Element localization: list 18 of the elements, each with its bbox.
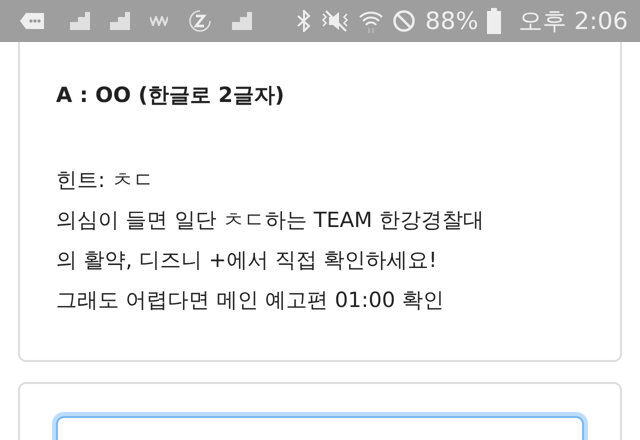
battery-percent: 88% xyxy=(425,7,478,35)
bluetooth-icon xyxy=(297,10,312,32)
hint-text: 힌트: ㅊㄷ xyxy=(56,167,155,194)
battery-icon xyxy=(487,8,502,34)
stairs-icon xyxy=(70,12,90,30)
stairs-icon xyxy=(232,12,252,30)
mute-vibrate-icon xyxy=(320,10,350,32)
hint-text: 그래도 어렵다면 메인 예고편 01:00 확인 xyxy=(56,287,445,314)
hint-text: 의 활약, 디즈니 +에서 직접 확인하세요! xyxy=(56,247,438,274)
message-icon xyxy=(20,12,46,30)
stairs-icon xyxy=(110,12,130,30)
question-title: A : OO (한글로 2글자) xyxy=(56,82,286,109)
wave-icon xyxy=(150,16,168,26)
hint-text: 의심이 들면 일단 ㅊㄷ하는 TEAM 한강경찰대 xyxy=(56,207,485,234)
z-circle-icon xyxy=(188,9,212,33)
clock: 오후 2:06 xyxy=(518,6,628,37)
block-icon xyxy=(392,9,416,33)
wifi-icon xyxy=(359,9,384,33)
